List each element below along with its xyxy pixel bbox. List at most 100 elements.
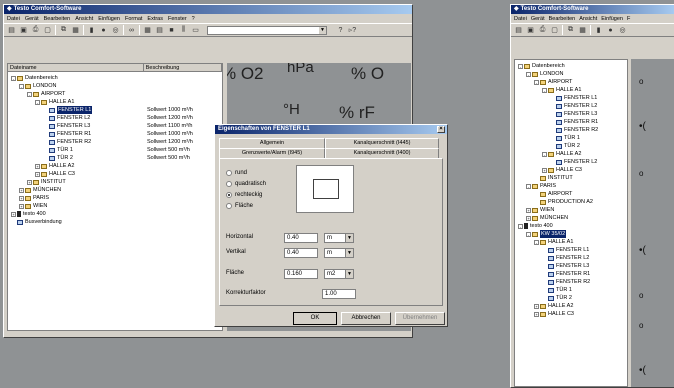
shape-option[interactable]: Fläche [226,200,266,211]
tree-row[interactable]: - HALLE A1 [515,238,627,246]
tree-row[interactable]: FENSTER R1 [515,270,627,278]
expand-icon[interactable]: + [534,311,539,317]
paste-icon[interactable]: ▦ [578,26,587,35]
vertical-unit-select[interactable]: m ▼ [324,248,354,258]
open-icon[interactable]: ▤ [7,26,16,35]
tree-row[interactable]: + HALLE C3 [515,166,627,174]
collapse-icon[interactable]: - [27,91,32,97]
bar-icon[interactable]: ▮ [594,26,603,35]
tree-row[interactable]: - Datenbereich [8,74,222,82]
expand-icon[interactable]: + [526,207,531,213]
open-icon[interactable]: ▤ [514,26,523,35]
tree-row[interactable]: AIRPORT [515,190,627,198]
menu-item[interactable]: F [627,16,630,22]
tree-row[interactable]: + HALLE A2 [8,162,222,170]
tree-row[interactable]: FENSTER L3 [515,110,627,118]
tree-row[interactable]: + PARIS [8,194,222,202]
radio-icon[interactable] [226,191,232,198]
tree-row[interactable]: - testo 400 [515,222,627,230]
toolbar-combo[interactable]: ▼ [207,25,327,35]
preview-icon[interactable]: ▢ [43,26,52,35]
copy-icon[interactable]: ⧉ [566,26,575,35]
block-icon[interactable]: ■ [167,26,176,35]
expand-icon[interactable]: + [534,303,539,309]
expand-icon[interactable]: + [526,215,531,221]
collapse-icon[interactable]: - [542,87,547,93]
tree-row[interactable]: TÜR 2 Sollwert 500 m³/h [8,154,222,162]
tree-row[interactable]: - HALLE A1 [8,98,222,106]
save-icon[interactable]: ▣ [526,26,535,35]
copy-icon[interactable]: ⧉ [59,26,68,35]
expand-icon[interactable]: + [35,171,40,177]
tree-row[interactable]: TÜR 2 [515,142,627,150]
paste-icon[interactable]: ▦ [71,26,80,35]
ok-button[interactable]: OK [293,312,337,325]
tab-general[interactable]: Allgemein [219,138,325,148]
expand-icon[interactable]: + [27,179,32,185]
correction-factor-input[interactable]: 1.00 [322,289,356,299]
tree-row[interactable]: + testo 400 [8,210,222,218]
tree-row[interactable]: FENSTER R2 [515,126,627,134]
tree-row[interactable]: + WIEN [515,206,627,214]
expand-icon[interactable]: + [35,163,40,169]
menu-item[interactable]: Einfügen [601,16,623,22]
menu-item[interactable]: Gerät [25,16,39,22]
shape-option[interactable]: rechteckig [226,189,266,200]
tree-row[interactable]: TÜR 1 [515,134,627,142]
radio-icon[interactable] [226,169,232,176]
menu-item[interactable]: Datei [514,16,527,22]
menu-item[interactable]: Datei [7,16,20,22]
menu-item[interactable]: Extras [147,16,163,22]
tree-row[interactable]: - LONDON [515,70,627,78]
tree-row[interactable]: FENSTER L1 Sollwert 1000 m³/h [8,106,222,114]
record-icon[interactable]: ● [606,26,615,35]
menu-item[interactable]: Ansicht [75,16,93,22]
tree-row[interactable]: FENSTER R1 [515,118,627,126]
menu-item[interactable]: Bearbeiten [549,16,576,22]
collapse-icon[interactable]: - [518,223,523,229]
tree-row[interactable]: - HALLE A2 [515,150,627,158]
vertical-input[interactable]: 0.40 [284,248,318,258]
tree-row[interactable]: - AIRPORT [8,90,222,98]
collapse-icon[interactable]: - [11,75,16,81]
tree-row[interactable]: INSTITUT [515,174,627,182]
tree-row[interactable]: TÜR 2 [515,294,627,302]
collapse-icon[interactable]: - [542,151,547,157]
expand-icon[interactable]: + [19,203,24,209]
tab-duct-445[interactable]: Kanalquerschnitt (I445) [325,138,439,148]
tree-row[interactable]: TÜR 1 Sollwert 500 m³/h [8,146,222,154]
chart-icon[interactable]: ⫼ [179,26,188,35]
menu-item[interactable]: Fenster [168,16,187,22]
tab-limits-alarm[interactable]: Grenzwerte/Alarm (I945) [219,148,325,158]
menu-item[interactable]: Bearbeiten [44,16,71,22]
tree-row[interactable]: FENSTER R2 [515,278,627,286]
tree-row[interactable]: + MÜNCHEN [515,214,627,222]
tree-row[interactable]: + HALLE A2 [515,302,627,310]
collapse-icon[interactable]: - [518,63,523,69]
tree-row[interactable]: FENSTER R1 Sollwert 1000 m³/h [8,130,222,138]
tree-row[interactable]: Busverbindung [8,218,222,226]
table-icon[interactable]: ▤ [155,26,164,35]
menu-item[interactable]: Gerät [531,16,545,22]
tree-row[interactable]: - HALLE A1 [515,86,627,94]
menu-item[interactable]: Ansicht [579,16,597,22]
target-icon[interactable]: ◎ [618,26,627,35]
menu-item[interactable]: ? [192,16,195,22]
tree-row[interactable]: PRODUCTION A2 [515,198,627,206]
frame-icon[interactable]: ▭ [191,26,200,35]
collapse-icon[interactable]: - [35,99,40,105]
column-header-description[interactable]: Beschreibung [144,64,222,71]
tree-row[interactable]: FENSTER L1 [515,94,627,102]
radio-icon[interactable] [226,202,232,209]
tree-row[interactable]: FENSTER L2 [515,158,627,166]
menu-item[interactable]: Einfügen [98,16,120,22]
save-icon[interactable]: ▣ [19,26,28,35]
shape-option[interactable]: rund [226,167,266,178]
close-icon[interactable]: × [437,126,445,133]
collapse-icon[interactable]: - [19,83,24,89]
tree-row[interactable]: + WIEN [8,202,222,210]
bar-icon[interactable]: ▮ [87,26,96,35]
column-header-filename[interactable]: Dateiname [8,64,144,71]
binoculars-icon[interactable]: ∞ [127,26,136,35]
record-icon[interactable]: ● [99,26,108,35]
